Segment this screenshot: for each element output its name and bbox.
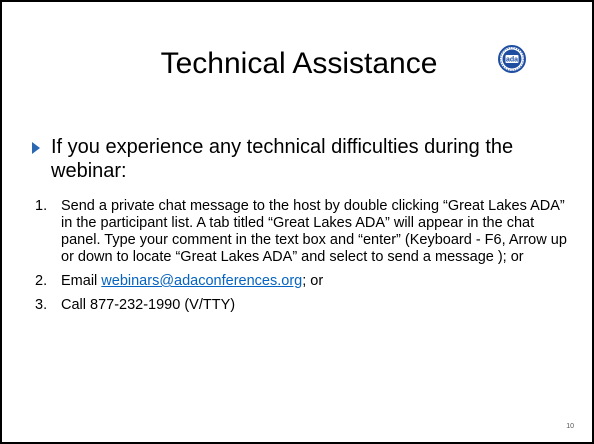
list-item-text: Send a private chat message to the host … xyxy=(61,198,567,265)
list-number: 1. xyxy=(35,198,48,214)
bullet-arrow-icon xyxy=(32,142,40,154)
email-suffix: ; or xyxy=(302,273,324,289)
instruction-list: 1. Send a private chat message to the ho… xyxy=(35,198,575,321)
list-item: 1. Send a private chat message to the ho… xyxy=(35,198,575,266)
list-number: 3. xyxy=(35,297,48,313)
list-item-text: Call 877-232-1990 (V/TTY) xyxy=(61,297,236,313)
email-link[interactable]: webinars@adaconferences.org xyxy=(101,273,302,289)
page-number: 10 xyxy=(566,423,574,430)
slide: Technical Assistance ada If you experien… xyxy=(0,0,594,444)
email-prefix: Email xyxy=(61,273,102,289)
list-item: 3. Call 877-232-1990 (V/TTY) xyxy=(35,297,575,314)
intro-text: If you experience any technical difficul… xyxy=(51,136,514,182)
list-number: 2. xyxy=(35,273,48,289)
ada-logo-icon: ada xyxy=(498,45,526,73)
logo-text: ada xyxy=(506,57,518,64)
list-item: 2. Email webinars@adaconferences.org; or xyxy=(35,273,575,290)
